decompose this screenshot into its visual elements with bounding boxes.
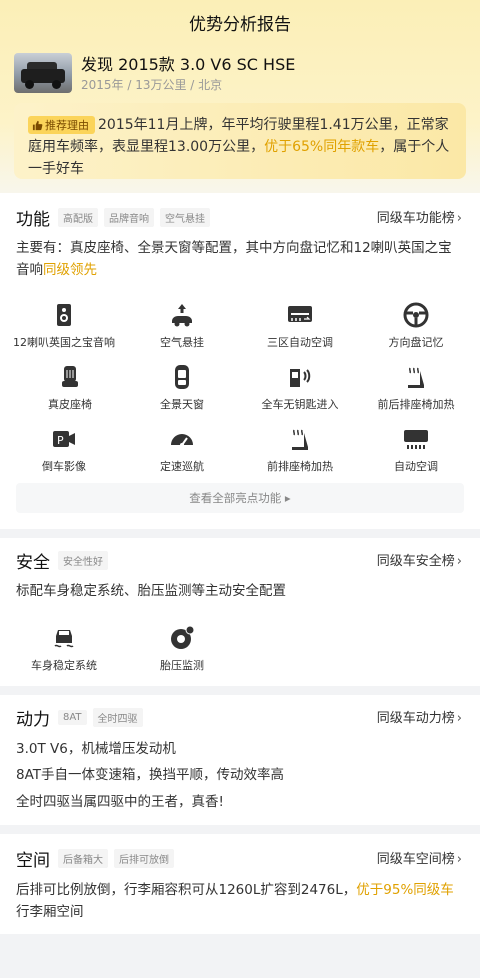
feature-item[interactable]: P 倒车影像 xyxy=(4,425,124,474)
space-desc: 后排可比例放倒，行李厢容积可从1260L扩容到2476L，优于95%同级车行李厢… xyxy=(16,882,454,920)
space-chip: 后备箱大 xyxy=(58,849,108,868)
function-title: 功能 xyxy=(16,210,50,230)
power-line: 8AT手自一体变速箱，换挡平顺，传动效率高 xyxy=(16,767,285,783)
auto-ac-icon xyxy=(404,430,428,449)
power-line: 3.0T V6，机械增压发动机 xyxy=(16,741,176,757)
three-zone-ac-icon xyxy=(288,306,312,322)
feature-item[interactable]: 全车无钥匙进入 xyxy=(240,363,360,412)
page-title: 优势分析报告 xyxy=(189,15,291,35)
keyless-entry-icon xyxy=(290,369,311,387)
thumbs-up-icon xyxy=(32,120,43,130)
svg-text:P: P xyxy=(57,434,64,447)
reverse-camera-icon: P xyxy=(53,431,75,447)
feature-item[interactable]: 自动空调 xyxy=(356,425,476,474)
seat-heating-icon xyxy=(408,367,424,388)
safety-card: 安全 安全性好 同级车安全榜 › 标配车身稳定系统、胎压监测等主动安全配置 车身稳… xyxy=(0,538,480,686)
power-chip: 8AT xyxy=(58,710,87,725)
recommend-reason-tag: 推荐理由 xyxy=(28,116,95,134)
function-rank-link[interactable]: 同级车功能榜 › xyxy=(377,207,462,226)
function-card: 功能 高配版 品牌音响 空气悬挂 同级车功能榜 › 主要有：真皮座椅、全景天窗等配… xyxy=(0,193,480,529)
feature-item[interactable]: 12喇叭英国之宝音响 xyxy=(4,301,124,350)
power-card: 动力 8AT 全时四驱 同级车动力榜 › 3.0T V6，机械增压发动机 8AT手… xyxy=(0,695,480,825)
recommend-reason-box: 2015年11月上牌，年平均行驶里程1.41万公里，正常家庭用车频率，表显里程1… xyxy=(14,103,466,179)
space-rank-link[interactable]: 同级车空间榜 › xyxy=(377,848,462,867)
feature-item[interactable]: 空气悬挂 xyxy=(122,301,242,350)
feature-item[interactable]: 前排座椅加热 xyxy=(240,425,360,474)
feature-item[interactable]: 胎压监测 xyxy=(122,624,242,673)
reason-highlight: 优于65%同年款车 xyxy=(264,139,380,155)
stability-control-icon xyxy=(54,630,74,648)
steering-wheel-icon xyxy=(403,302,429,328)
sunroof-icon xyxy=(175,365,189,389)
view-all-features-button[interactable]: 查看全部亮点功能 ▸ xyxy=(16,483,464,513)
safety-rank-link[interactable]: 同级车安全榜 › xyxy=(377,550,462,569)
safety-header: 安全 安全性好 xyxy=(16,548,114,573)
function-chip: 高配版 xyxy=(58,208,98,227)
feature-item[interactable]: 定速巡航 xyxy=(122,425,242,474)
feature-item[interactable]: 方向盘记忆 xyxy=(356,301,476,350)
car-name: 发现 2015款 3.0 V6 SC HSE xyxy=(81,55,296,74)
safety-desc: 标配车身稳定系统、胎压监测等主动安全配置 xyxy=(16,583,286,599)
safety-title: 安全 xyxy=(16,553,50,573)
feature-item[interactable]: 三区自动空调 xyxy=(240,301,360,350)
function-chip: 品牌音响 xyxy=(104,208,154,227)
power-header: 动力 8AT 全时四驱 xyxy=(16,705,149,730)
car-meta: 2015年 / 13万公里 / 北京 xyxy=(81,78,223,92)
function-desc: 主要有：真皮座椅、全景天窗等配置，其中方向盘记忆和12喇叭英国之宝音响同级领先 xyxy=(16,240,452,278)
cruise-control-icon xyxy=(171,434,193,447)
power-line: 全时四驱当属四驱中的王者，真香! xyxy=(16,794,224,810)
leather-seat-icon xyxy=(62,366,78,387)
tire-pressure-icon xyxy=(171,625,195,649)
air-suspension-icon xyxy=(172,304,192,327)
power-chip: 全时四驱 xyxy=(92,708,143,727)
function-chip: 空气悬挂 xyxy=(160,208,210,227)
front-seat-heating-icon xyxy=(292,429,308,450)
power-title: 动力 xyxy=(16,710,50,730)
feature-item[interactable]: 真皮座椅 xyxy=(10,363,130,412)
safety-chip: 安全性好 xyxy=(58,551,108,570)
car-thumbnail[interactable] xyxy=(14,53,72,93)
space-card: 空间 后备箱大 后排可放倒 同级车空间榜 › 后排可比例放倒，行李厢容积可从126… xyxy=(0,834,480,934)
feature-item[interactable]: 前后排座椅加热 xyxy=(356,363,476,412)
space-chip: 后排可放倒 xyxy=(114,849,174,868)
function-header: 功能 高配版 品牌音响 空气悬挂 xyxy=(16,205,216,230)
feature-item[interactable]: 车身稳定系统 xyxy=(4,624,124,673)
space-header: 空间 后备箱大 后排可放倒 xyxy=(16,846,180,871)
space-title: 空间 xyxy=(16,851,50,871)
power-rank-link[interactable]: 同级车动力榜 › xyxy=(377,707,462,726)
speaker-icon xyxy=(57,304,71,326)
feature-item[interactable]: 全景天窗 xyxy=(122,363,242,412)
